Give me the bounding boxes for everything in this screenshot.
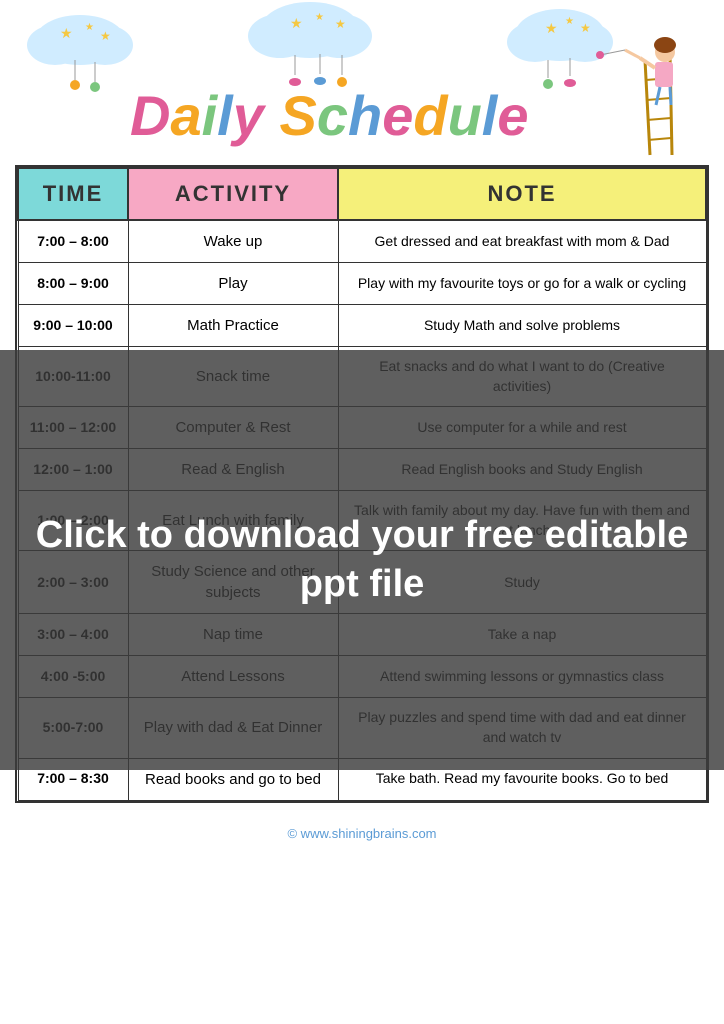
svg-text:★: ★ [85, 22, 94, 33]
footer-link-text[interactable]: © www.shiningbrains.com [287, 826, 436, 841]
cell-time: 9:00 – 10:00 [18, 305, 128, 347]
svg-text:Daily Schedule: Daily Schedule [130, 84, 529, 147]
table-row: 7:00 – 8:00Wake upGet dressed and eat br… [18, 220, 706, 263]
svg-text:★: ★ [565, 16, 574, 27]
download-overlay[interactable]: Click to download your free editable ppt… [0, 350, 724, 770]
svg-text:★: ★ [335, 17, 346, 31]
cell-note: Play with my favourite toys or go for a … [338, 263, 706, 305]
col-header-activity: ACTIVITY [128, 168, 338, 220]
svg-text:★: ★ [100, 29, 111, 43]
cell-activity: Play [128, 263, 338, 305]
svg-text:★: ★ [290, 15, 303, 31]
table-row: 9:00 – 10:00Math PracticeStudy Math and … [18, 305, 706, 347]
col-header-note: NOTE [338, 168, 706, 220]
cell-time: 8:00 – 9:00 [18, 263, 128, 305]
cell-activity: Math Practice [128, 305, 338, 347]
table-row: 8:00 – 9:00PlayPlay with my favourite to… [18, 263, 706, 305]
cell-note: Get dressed and eat breakfast with mom &… [338, 220, 706, 263]
col-header-time: TIME [18, 168, 128, 220]
header-decoration: ★ ★ ★ ★ ★ ★ ★ ★ ★ Daily [0, 0, 724, 160]
svg-text:★: ★ [580, 21, 591, 35]
footer: © www.shiningbrains.com [0, 818, 724, 849]
cell-note: Study Math and solve problems [338, 305, 706, 347]
cell-time: 7:00 – 8:00 [18, 220, 128, 263]
cell-activity: Wake up [128, 220, 338, 263]
svg-text:★: ★ [545, 20, 558, 36]
svg-text:★: ★ [315, 12, 324, 23]
overlay-text: Click to download your free editable ppt… [0, 491, 724, 630]
svg-text:★: ★ [60, 25, 73, 41]
header-svg: ★ ★ ★ ★ ★ ★ ★ ★ ★ Daily [0, 0, 724, 160]
